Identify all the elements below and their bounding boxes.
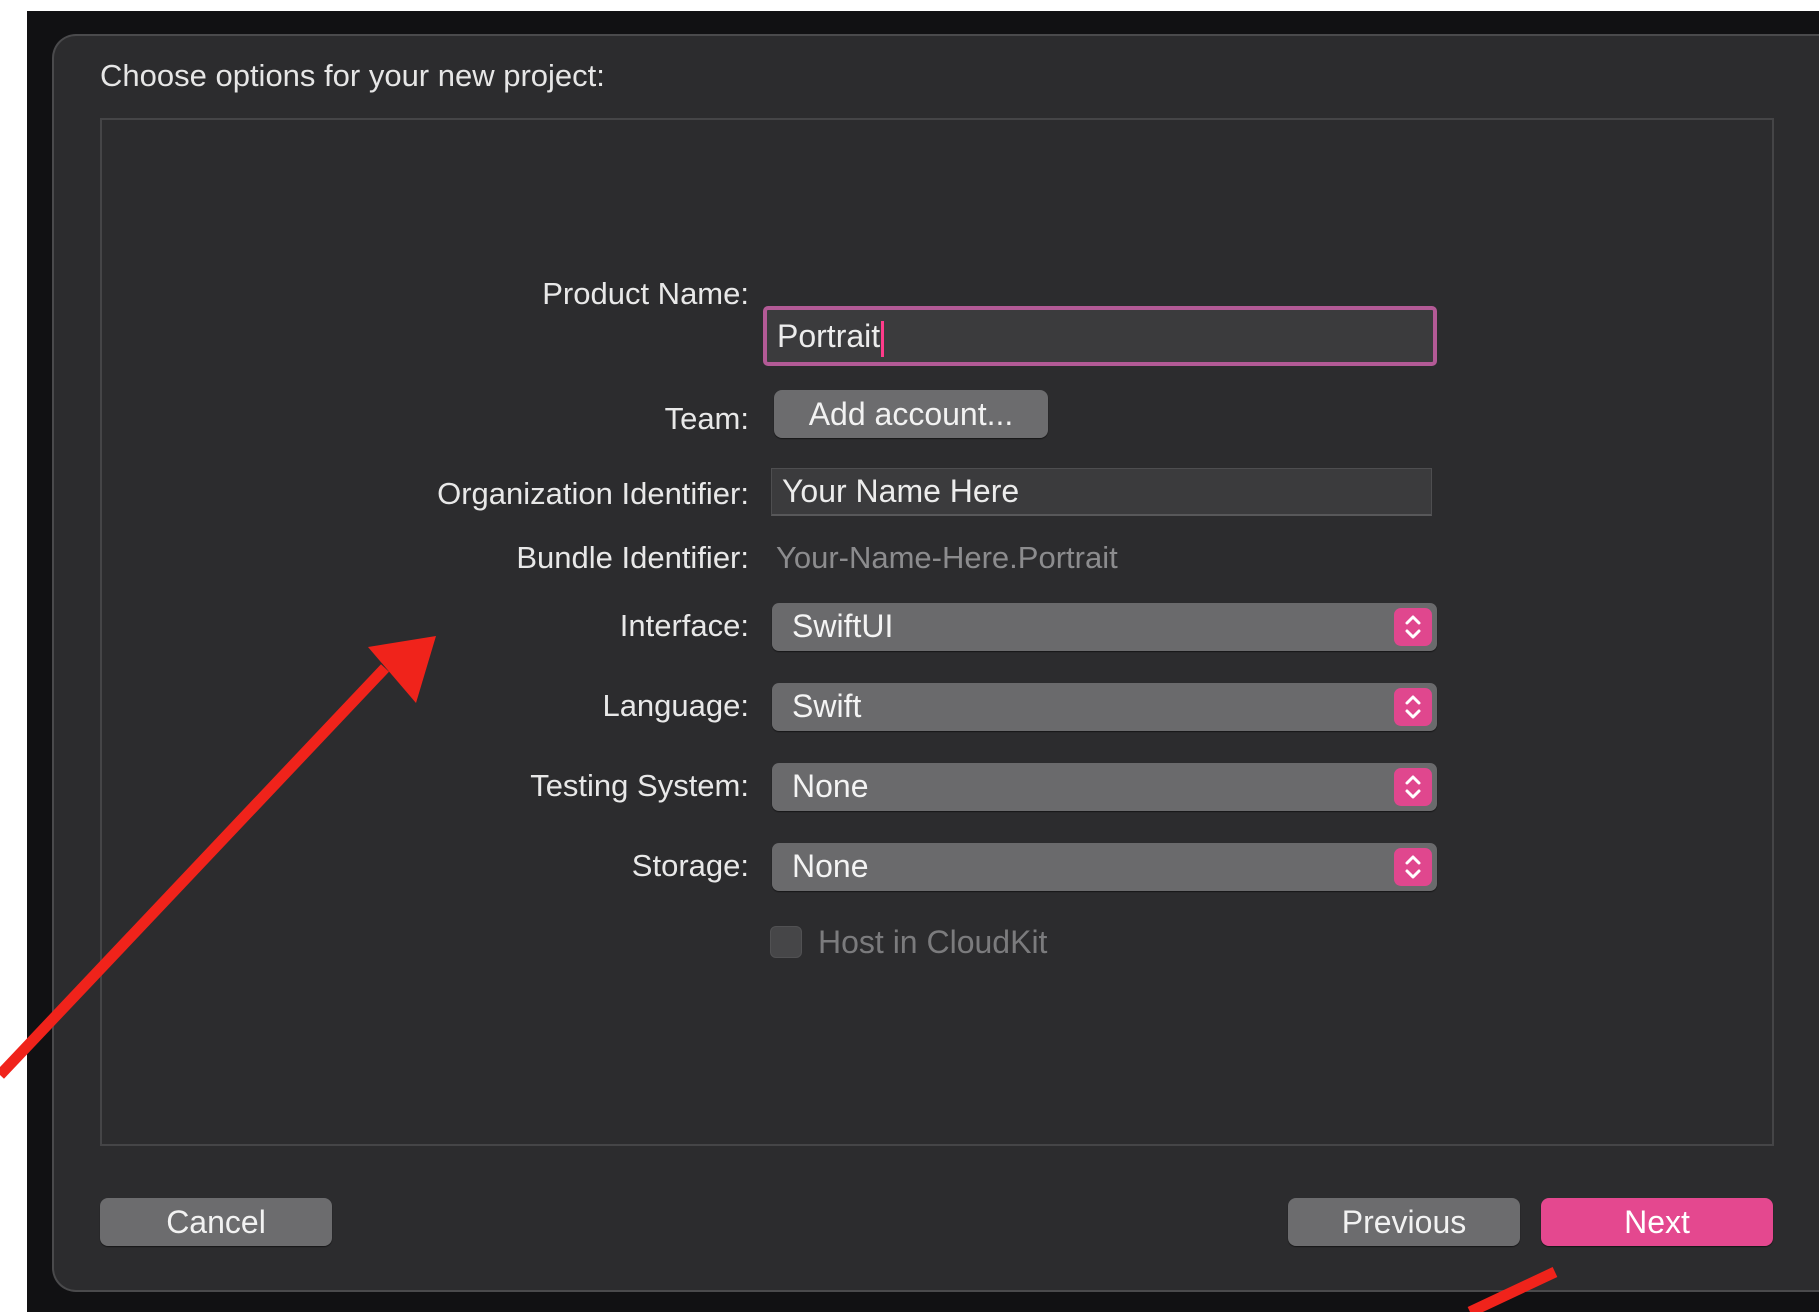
add-account-button[interactable]: Add account... bbox=[774, 390, 1048, 438]
organization-identifier-label: Organization Identifier: bbox=[437, 476, 749, 511]
language-popup[interactable]: Swift bbox=[772, 683, 1437, 731]
interface-value: SwiftUI bbox=[792, 608, 894, 644]
product-name-label: Product Name: bbox=[542, 276, 749, 311]
organization-identifier-input[interactable]: Your Name Here bbox=[771, 468, 1432, 516]
testing-system-value: None bbox=[792, 768, 869, 804]
bundle-identifier-label: Bundle Identifier: bbox=[516, 540, 749, 575]
chevron-up-down-icon bbox=[1394, 768, 1432, 806]
host-in-cloudkit-label: Host in CloudKit bbox=[818, 924, 1048, 960]
chevron-up-down-icon bbox=[1394, 688, 1432, 726]
team-label: Team: bbox=[664, 401, 749, 436]
storage-label: Storage: bbox=[631, 848, 749, 883]
bundle-identifier-value: Your-Name-Here.Portrait bbox=[776, 540, 1118, 575]
language-value: Swift bbox=[792, 688, 862, 724]
organization-identifier-value: Your Name Here bbox=[782, 473, 1020, 509]
storage-value: None bbox=[792, 848, 869, 884]
language-label: Language: bbox=[602, 688, 749, 723]
chevron-up-down-icon bbox=[1394, 608, 1432, 646]
interface-popup[interactable]: SwiftUI bbox=[772, 603, 1437, 651]
testing-system-label: Testing System: bbox=[530, 768, 749, 803]
product-name-input[interactable]: Portrait bbox=[763, 306, 1437, 366]
product-name-value: Portrait bbox=[777, 318, 881, 354]
testing-system-popup[interactable]: None bbox=[772, 763, 1437, 811]
interface-label: Interface: bbox=[619, 608, 749, 643]
cancel-button[interactable]: Cancel bbox=[100, 1198, 332, 1246]
dialog-title: Choose options for your new project: bbox=[100, 58, 605, 93]
previous-button[interactable]: Previous bbox=[1288, 1198, 1520, 1246]
storage-popup[interactable]: None bbox=[772, 843, 1437, 891]
text-caret bbox=[881, 320, 885, 357]
host-in-cloudkit-checkbox[interactable] bbox=[770, 926, 802, 958]
chevron-up-down-icon bbox=[1394, 848, 1432, 886]
next-button[interactable]: Next bbox=[1541, 1198, 1773, 1246]
